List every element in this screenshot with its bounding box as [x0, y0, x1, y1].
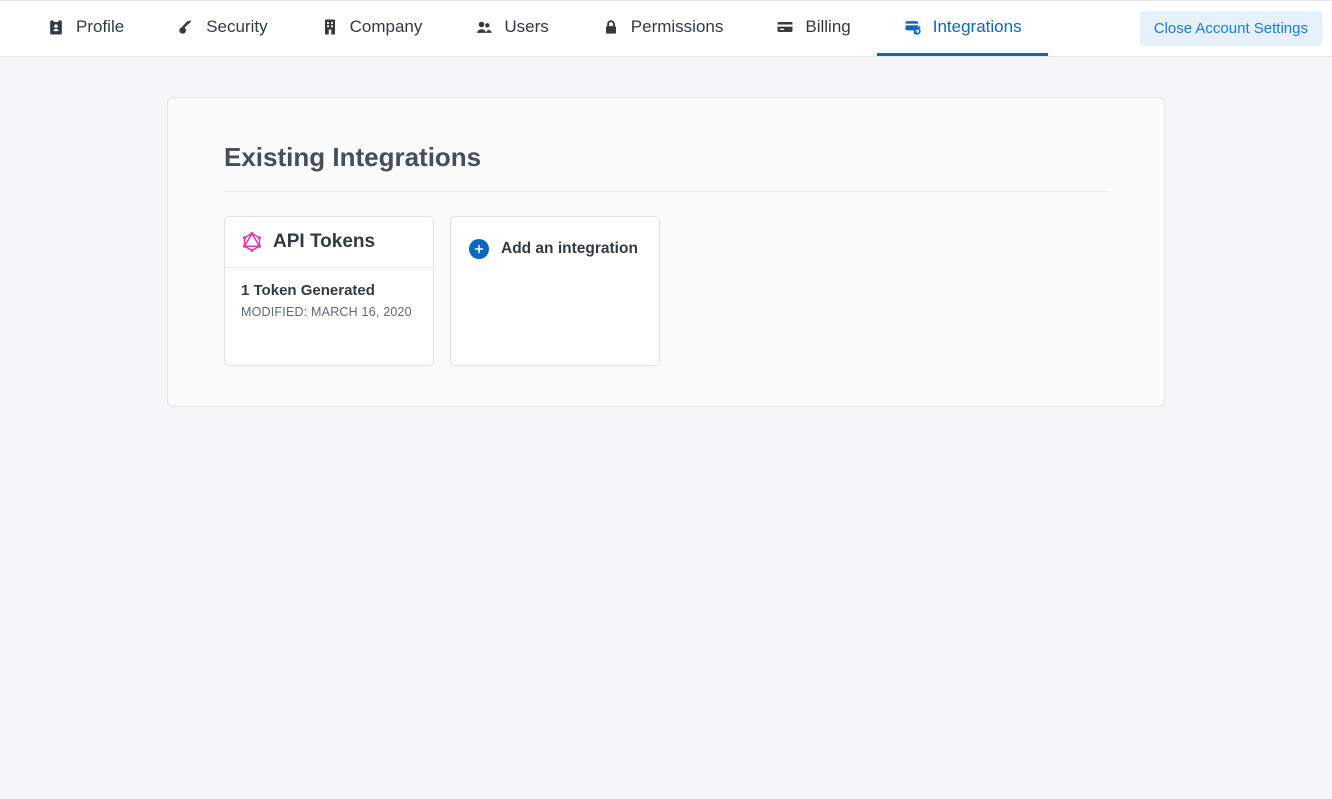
panel-heading: Existing Integrations — [224, 142, 1108, 192]
tab-label: Security — [206, 17, 267, 37]
tab-profile[interactable]: Profile — [20, 1, 150, 56]
card-modified: MODIFIED: MARCH 16, 2020 — [241, 305, 417, 319]
tab-permissions[interactable]: Permissions — [575, 1, 750, 56]
tab-users[interactable]: Users — [448, 1, 574, 56]
add-integration-card[interactable]: Add an integration — [450, 216, 660, 366]
add-integration-label: Add an integration — [501, 239, 638, 258]
lock-icon — [601, 17, 621, 37]
clipboard-user-icon — [46, 17, 66, 37]
card-status: 1 Token Generated — [241, 282, 417, 299]
tab-label: Integrations — [933, 17, 1022, 37]
card-title: API Tokens — [273, 231, 375, 253]
tab-label: Company — [350, 17, 423, 37]
tab-billing[interactable]: Billing — [749, 1, 876, 56]
building-icon — [320, 17, 340, 37]
tab-label: Profile — [76, 17, 124, 37]
integrations-icon — [903, 17, 923, 37]
graphql-icon — [241, 231, 263, 253]
card-body: 1 Token Generated MODIFIED: MARCH 16, 20… — [225, 268, 433, 365]
settings-tabbar: Profile Security Company Users Permissio — [0, 0, 1332, 57]
users-icon — [474, 17, 494, 37]
credit-card-icon — [775, 17, 795, 37]
tab-security[interactable]: Security — [150, 1, 293, 56]
settings-tabs: Profile Security Company Users Permissio — [20, 1, 1048, 56]
card-header: API Tokens — [225, 217, 433, 268]
key-icon — [176, 17, 196, 37]
integration-cards: API Tokens 1 Token Generated MODIFIED: M… — [224, 216, 1108, 366]
plus-circle-icon — [469, 239, 489, 259]
integration-card-api-tokens[interactable]: API Tokens 1 Token Generated MODIFIED: M… — [224, 216, 434, 366]
tab-company[interactable]: Company — [294, 1, 449, 56]
close-account-settings-button[interactable]: Close Account Settings — [1140, 11, 1322, 46]
integrations-panel: Existing Integrations API Tokens 1 Token… — [167, 97, 1165, 407]
tab-label: Users — [504, 17, 548, 37]
tab-label: Billing — [805, 17, 850, 37]
tab-label: Permissions — [631, 17, 724, 37]
tab-integrations[interactable]: Integrations — [877, 1, 1048, 56]
